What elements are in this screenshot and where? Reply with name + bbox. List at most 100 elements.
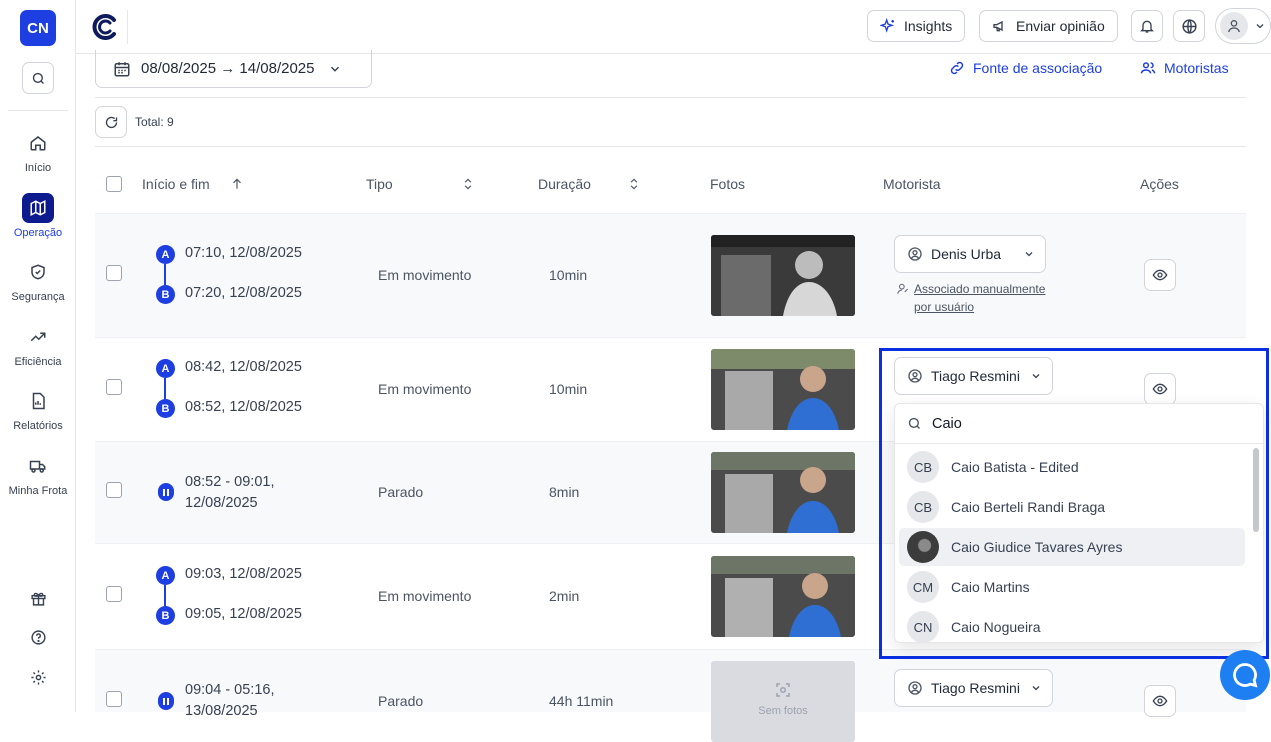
chat-bubble-icon bbox=[1233, 663, 1258, 688]
column-header-type[interactable]: Tipo bbox=[366, 176, 475, 192]
trip-duration: 8min bbox=[549, 484, 580, 500]
row-checkbox[interactable] bbox=[106, 691, 122, 707]
refresh-button[interactable] bbox=[95, 106, 127, 138]
column-header-photos: Fotos bbox=[710, 176, 745, 192]
divider bbox=[95, 97, 1246, 98]
association-source-link[interactable]: Fonte de associação bbox=[949, 60, 1102, 76]
gift-icon bbox=[30, 592, 46, 606]
users-icon bbox=[1140, 62, 1156, 74]
row-checkbox[interactable] bbox=[106, 586, 122, 602]
divider bbox=[95, 146, 1246, 147]
stop-marker bbox=[158, 692, 174, 710]
user-circle-icon bbox=[908, 681, 922, 695]
table-row bbox=[95, 213, 1246, 337]
end-time: 07:20, 12/08/2025 bbox=[185, 285, 302, 301]
refresh-icon bbox=[105, 116, 117, 128]
help-icon bbox=[30, 629, 46, 645]
view-details-button[interactable] bbox=[1144, 259, 1176, 291]
no-photo-label: Sem fotos bbox=[758, 705, 808, 717]
trip-duration: 10min bbox=[549, 267, 588, 283]
brand-logo[interactable] bbox=[90, 12, 120, 42]
chevron-down-icon bbox=[1032, 686, 1040, 691]
row-checkbox[interactable] bbox=[106, 482, 122, 498]
driver-photo-thumbnail[interactable] bbox=[711, 452, 855, 533]
avatar bbox=[1220, 12, 1248, 40]
time-range-date: 12/08/2025 bbox=[185, 495, 258, 511]
column-header-actions: Ações bbox=[1140, 176, 1179, 192]
drivers-link[interactable]: Motoristas bbox=[1140, 60, 1229, 76]
sidebar-item-inicio[interactable]: Início bbox=[0, 128, 76, 174]
start-marker: A bbox=[156, 245, 175, 264]
notifications-button[interactable] bbox=[1131, 10, 1163, 42]
megaphone-icon bbox=[993, 20, 1003, 32]
shield-icon bbox=[31, 264, 45, 280]
link-icon bbox=[950, 61, 964, 75]
date-range-value: 08/08/2025 → 14/08/2025 bbox=[141, 60, 315, 77]
gear-icon bbox=[30, 669, 46, 685]
eye-icon bbox=[1152, 269, 1168, 281]
sidebar-item-eficiencia[interactable]: Eficiência bbox=[0, 322, 76, 368]
column-header-start-end[interactable]: Início e fim bbox=[142, 176, 244, 192]
end-marker: B bbox=[156, 606, 175, 625]
help-button[interactable] bbox=[24, 623, 52, 651]
column-header-label: Fotos bbox=[710, 176, 746, 192]
column-header-driver: Motorista bbox=[883, 176, 941, 192]
settings-button[interactable] bbox=[24, 663, 52, 691]
org-logo-button[interactable]: CN bbox=[20, 10, 56, 46]
truck-icon bbox=[29, 460, 46, 473]
driver-photo-thumbnail[interactable] bbox=[711, 235, 855, 316]
route-line bbox=[164, 585, 166, 606]
sidebar-item-label: Segurança bbox=[11, 291, 65, 303]
sidebar-item-seguranca[interactable]: Segurança bbox=[0, 257, 76, 303]
row-checkbox[interactable] bbox=[106, 379, 122, 395]
end-time: 09:05, 12/08/2025 bbox=[185, 606, 302, 622]
sort-icon bbox=[464, 178, 472, 190]
org-initials: CN bbox=[27, 19, 49, 37]
gift-button[interactable] bbox=[24, 584, 52, 612]
driver-name: Tiago Resmini bbox=[931, 680, 1020, 696]
topbar-divider bbox=[127, 10, 128, 44]
user-icon bbox=[1228, 20, 1240, 33]
trip-type: Em movimento bbox=[378, 588, 472, 604]
sidebar-item-operacao[interactable]: Operação bbox=[0, 193, 76, 239]
topbar: Insights Enviar opinião bbox=[76, 0, 1271, 54]
home-icon bbox=[30, 136, 46, 151]
sidebar-item-label: Operação bbox=[13, 227, 63, 239]
feedback-button[interactable]: Enviar opinião bbox=[979, 10, 1118, 42]
sidebar-search-button[interactable] bbox=[22, 62, 54, 94]
sidebar-item-label: Minha Frota bbox=[8, 485, 68, 497]
start-marker: A bbox=[156, 359, 175, 378]
trip-type: Parado bbox=[378, 484, 424, 500]
insights-button[interactable]: Insights bbox=[867, 10, 966, 42]
start-time: 09:03, 12/08/2025 bbox=[185, 566, 302, 582]
view-details-button[interactable] bbox=[1144, 685, 1176, 717]
driver-select[interactable]: Tiago Resmini bbox=[894, 669, 1053, 707]
row-checkbox[interactable] bbox=[106, 265, 122, 281]
driver-photo-image bbox=[711, 556, 855, 637]
sidebar: CN Início Operação Segurança Eficiência … bbox=[0, 0, 76, 712]
date-range-picker[interactable]: 08/08/2025 → 14/08/2025 bbox=[95, 50, 372, 88]
select-all-checkbox[interactable] bbox=[106, 176, 122, 192]
driver-photo-image bbox=[711, 349, 855, 430]
user-menu-button[interactable] bbox=[1215, 8, 1271, 44]
column-header-duration[interactable]: Duração bbox=[538, 176, 641, 192]
driver-photo-thumbnail[interactable] bbox=[711, 556, 855, 637]
column-header-label: Tipo bbox=[366, 176, 393, 192]
chat-button[interactable] bbox=[1220, 650, 1270, 700]
route-line bbox=[164, 378, 166, 399]
user-link-icon bbox=[897, 283, 909, 294]
bell-icon bbox=[1140, 20, 1154, 33]
driver-select[interactable]: Denis Urba bbox=[894, 235, 1047, 273]
insights-label: Insights bbox=[904, 18, 953, 34]
trip-duration: 10min bbox=[549, 381, 588, 397]
association-source-label: Fonte de associação bbox=[973, 60, 1103, 76]
total-count: Total: 9 bbox=[135, 115, 174, 129]
driver-photo-thumbnail[interactable] bbox=[711, 349, 855, 430]
route-line bbox=[164, 264, 166, 285]
sidebar-item-relatorios[interactable]: Relatórios bbox=[0, 386, 76, 432]
driver-photo-image bbox=[711, 452, 855, 533]
start-marker: A bbox=[156, 566, 175, 585]
language-button[interactable] bbox=[1173, 10, 1205, 42]
sidebar-item-minha-frota[interactable]: Minha Frota bbox=[0, 451, 76, 497]
eye-icon bbox=[1152, 695, 1168, 707]
